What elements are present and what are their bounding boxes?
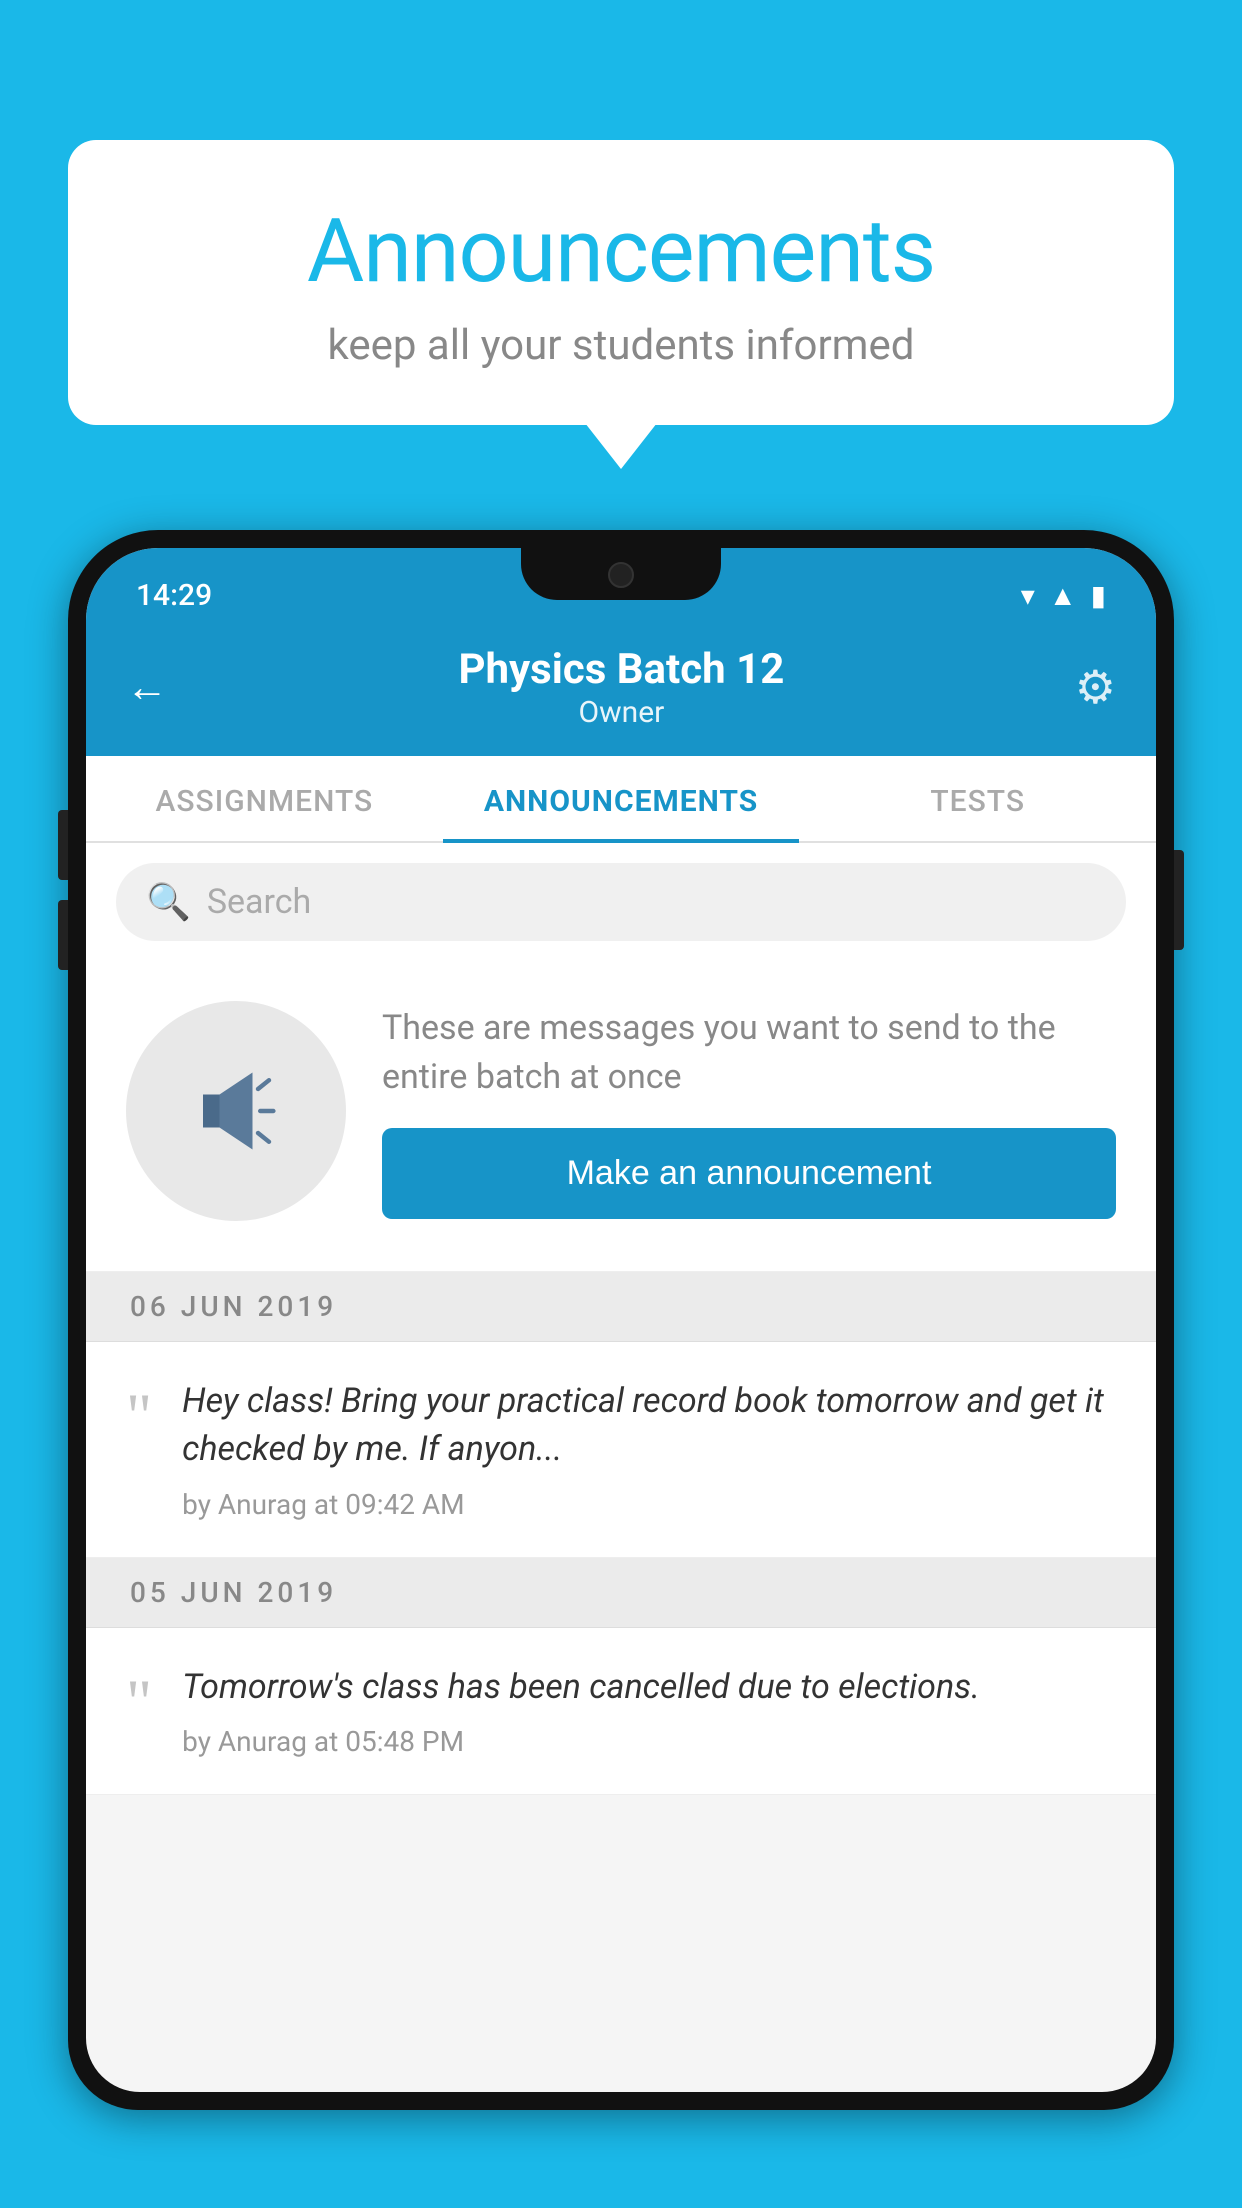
announcement-prompt: These are messages you want to send to t… (86, 961, 1156, 1272)
search-bar[interactable]: 🔍 Search (116, 863, 1126, 941)
batch-name: Physics Batch 12 (168, 645, 1075, 695)
volume-down-button[interactable] (58, 900, 68, 970)
intro-section: Announcements keep all your students inf… (68, 140, 1174, 425)
tab-assignments[interactable]: ASSIGNMENTS (86, 756, 443, 841)
back-button[interactable]: ← (126, 663, 168, 712)
phone-screen: 14:29 ← Physics Batch 12 Owner ⚙ (86, 548, 1156, 2092)
announcement-text-2: Tomorrow's class has been cancelled due … (182, 1664, 1112, 1712)
megaphone-circle (126, 1001, 346, 1221)
phone-outer: 14:29 ← Physics Batch 12 Owner ⚙ (68, 530, 1174, 2110)
tab-announcements[interactable]: ANNOUNCEMENTS (443, 756, 800, 841)
phone-mockup: 14:29 ← Physics Batch 12 Owner ⚙ (68, 530, 1174, 2208)
bubble-title: Announcements (148, 200, 1094, 303)
search-input[interactable]: Search (207, 882, 311, 922)
volume-up-button[interactable] (58, 810, 68, 880)
wifi-icon (1021, 578, 1035, 613)
speech-bubble: Announcements keep all your students inf… (68, 140, 1174, 425)
user-role: Owner (168, 695, 1075, 730)
search-container: 🔍 Search (86, 843, 1156, 961)
signal-icon (1049, 578, 1077, 613)
announcement-content-2: Tomorrow's class has been cancelled due … (182, 1664, 1112, 1759)
time-display: 14:29 (136, 578, 212, 613)
date-separator-2: 05 JUN 2019 (86, 1558, 1156, 1628)
phone-notch (521, 548, 721, 600)
front-camera (608, 562, 634, 588)
quote-icon-1: " (126, 1384, 152, 1448)
prompt-right: These are messages you want to send to t… (382, 1004, 1116, 1220)
prompt-description: These are messages you want to send to t… (382, 1004, 1116, 1103)
megaphone-icon (181, 1056, 291, 1166)
tab-bar: ASSIGNMENTS ANNOUNCEMENTS TESTS (86, 756, 1156, 843)
power-button[interactable] (1174, 850, 1184, 950)
announcement-meta-2: by Anurag at 05:48 PM (182, 1725, 1112, 1758)
announcement-item-1[interactable]: " Hey class! Bring your practical record… (86, 1342, 1156, 1557)
settings-icon[interactable]: ⚙ (1075, 660, 1116, 715)
date-separator-1: 06 JUN 2019 (86, 1272, 1156, 1342)
announcement-item-2[interactable]: " Tomorrow's class has been cancelled du… (86, 1628, 1156, 1796)
battery-icon (1091, 578, 1106, 613)
status-icons (1021, 578, 1106, 613)
app-header: ← Physics Batch 12 Owner ⚙ (86, 625, 1156, 756)
announcement-content-1: Hey class! Bring your practical record b… (182, 1378, 1112, 1520)
announcement-meta-1: by Anurag at 09:42 AM (182, 1488, 1112, 1521)
bubble-subtitle: keep all your students informed (148, 321, 1094, 370)
announcement-text-1: Hey class! Bring your practical record b… (182, 1378, 1112, 1473)
search-icon: 🔍 (146, 881, 191, 923)
tab-tests[interactable]: TESTS (799, 756, 1156, 841)
header-center: Physics Batch 12 Owner (168, 645, 1075, 730)
quote-icon-2: " (126, 1670, 152, 1734)
make-announcement-button[interactable]: Make an announcement (382, 1128, 1116, 1219)
